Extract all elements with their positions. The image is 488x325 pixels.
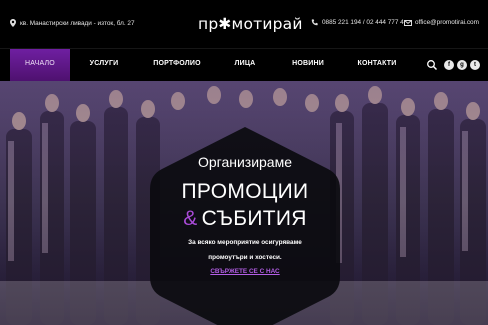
nav-item-faces[interactable]: ЛИЦА: [224, 49, 266, 81]
email-text: office@promotirai.com: [415, 19, 479, 26]
address-text: кв. Манастирски ливади - изток, бл. 27: [20, 19, 135, 27]
twitter-glyph: t: [474, 62, 476, 68]
phone-icon: [311, 19, 318, 26]
hero-banner: Организираме ПРОМОЦИИ & СЪБИТИЯ За всяко …: [0, 81, 488, 325]
hero-subtitle: Организираме: [197, 154, 293, 170]
top-info-bar: кв. Манастирски ливади - изток, бл. 27 п…: [0, 0, 488, 48]
nav-item-home[interactable]: НАЧАЛО: [10, 49, 70, 81]
hero-title-line1: ПРОМОЦИИ: [181, 180, 309, 203]
ampersand: &: [183, 207, 198, 230]
address: кв. Манастирски ливади - изток, бл. 27: [10, 19, 135, 27]
hero-title-line2-text: СЪБИТИЯ: [201, 207, 307, 230]
google-plus-icon[interactable]: g: [457, 60, 467, 70]
main-nav: НАЧАЛО УСЛУГИ ПОРТФОЛИО ЛИЦА НОВИНИ КОНТ…: [0, 48, 488, 81]
logo[interactable]: пр✱мотирай: [198, 13, 303, 35]
map-pin-icon: [10, 19, 16, 27]
nav-item-portfolio[interactable]: ПОРТФОЛИО: [146, 49, 208, 81]
logo-text: пр✱мотирай: [198, 15, 303, 33]
contact-us-link[interactable]: СВЪРЖЕТЕ СЕ С НАС: [205, 268, 285, 275]
facebook-icon[interactable]: f: [444, 60, 454, 70]
hero-description-line1: За всяко мероприятие осигуряваме: [188, 239, 302, 246]
google-plus-glyph: g: [460, 62, 464, 68]
facebook-glyph: f: [448, 62, 450, 68]
nav-item-contacts[interactable]: КОНТАКТИ: [350, 49, 404, 81]
phone-text: 0885 221 194 / 02 444 777 4: [322, 19, 404, 26]
phone[interactable]: 0885 221 194 / 02 444 777 4: [311, 19, 404, 26]
nav-item-news[interactable]: НОВИНИ: [283, 49, 333, 81]
hero-title-line2: & СЪБИТИЯ: [150, 207, 340, 231]
email[interactable]: office@promotirai.com: [404, 19, 479, 26]
hero-description-line2: промоутъри и хостеси.: [208, 254, 282, 261]
twitter-icon[interactable]: t: [470, 60, 480, 70]
search-icon[interactable]: [426, 59, 438, 71]
envelope-icon: [404, 19, 412, 26]
nav-item-services[interactable]: УСЛУГИ: [78, 49, 130, 81]
